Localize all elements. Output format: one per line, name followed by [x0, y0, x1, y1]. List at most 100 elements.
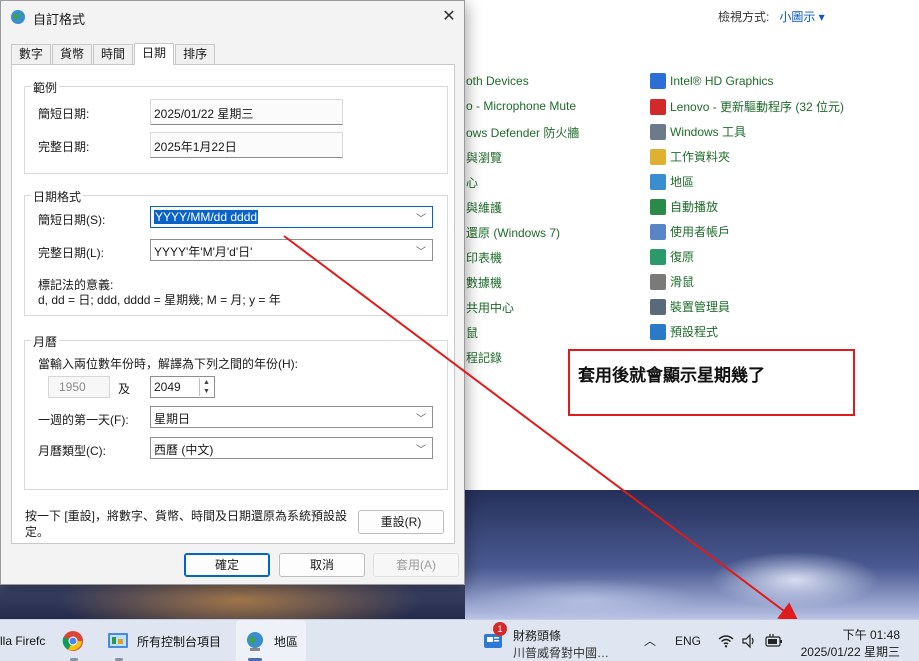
example-group: 範例 簡短日期: 2025/01/22 星期三 完整日期: 2025年1月22日	[24, 79, 448, 174]
close-icon[interactable]: ✕	[439, 7, 459, 27]
cp-right-item[interactable]: 復原	[650, 248, 694, 265]
tab-time[interactable]: 時間	[93, 44, 134, 64]
year-to-spinner[interactable]: 2049 ▲ ▼	[150, 376, 215, 398]
cp-item-label[interactable]: 使用者帳戶	[670, 223, 730, 240]
cp-left-item[interactable]: 程記錄	[466, 349, 502, 366]
control-panel-label[interactable]: 所有控制台項目	[137, 633, 221, 650]
tab-bar: 數字 貨幣 時間 日期 排序	[11, 43, 216, 65]
cp-right-item[interactable]: 滑鼠	[650, 273, 694, 290]
cp-right-item[interactable]: 裝置管理員	[650, 298, 730, 315]
apply-button[interactable]: 套用(A)	[373, 553, 459, 577]
taskbar: lla Firefc 所有控制台項目 地區 1 財務頭條 川普威脅對中國… ︿ …	[0, 619, 919, 661]
calendar-type-combo[interactable]: 西曆 (中文) ﹀	[150, 437, 433, 459]
cp-item-icon	[650, 273, 666, 290]
calendar-group: 月曆 當輸入兩位數年份時，解譯為下列之間的年份(H): 1950 及 2049 …	[24, 333, 448, 490]
tab-sort[interactable]: 排序	[175, 44, 216, 64]
short-date-label: 簡短日期(S):	[38, 213, 106, 227]
cp-right-item[interactable]: Windows 工具	[650, 123, 746, 140]
example-long-value: 2025年1月22日	[150, 132, 343, 158]
reset-button[interactable]: 重設(R)	[358, 510, 444, 534]
cp-right-item[interactable]: 自動播放	[650, 198, 718, 215]
cp-right-item[interactable]: Lenovo - 更新驅動程序 (32 位元)	[650, 98, 844, 115]
cp-left-item[interactable]: ows Defender 防火牆	[466, 124, 579, 141]
ok-button[interactable]: 確定	[184, 553, 270, 577]
spin-down-icon[interactable]: ▼	[200, 387, 213, 396]
year-to-value[interactable]: 2049	[154, 380, 181, 394]
cp-item-label[interactable]: 地區	[670, 173, 694, 190]
first-day-value[interactable]: 星期日	[154, 412, 190, 426]
cp-item-label[interactable]: 自動播放	[670, 198, 718, 215]
cp-right-item[interactable]: 工作資料夾	[650, 148, 730, 165]
language-indicator[interactable]: ENG	[673, 620, 703, 661]
year-from-field: 1950	[48, 376, 110, 398]
chevron-down-icon[interactable]: ﹀	[416, 441, 426, 456]
notation-text: d, dd = 日; ddd, dddd = 星期幾; M = 月; y = 年	[38, 293, 281, 307]
chevron-down-icon[interactable]: ﹀	[416, 243, 426, 258]
cp-left-item[interactable]: oth Devices	[466, 74, 529, 88]
long-date-combo[interactable]: YYYY'年'M'月'd'日' ﹀	[150, 239, 433, 261]
taskbar-region[interactable]: 地區	[236, 620, 307, 661]
cp-right-item[interactable]: 預設程式	[650, 323, 718, 340]
show-hidden-icons[interactable]: ︿	[640, 620, 660, 661]
cp-item-label[interactable]: Lenovo - 更新驅動程序 (32 位元)	[670, 98, 844, 115]
cp-left-item[interactable]: 鼠	[466, 324, 478, 341]
cp-left-item[interactable]: 與維護	[466, 199, 502, 216]
region-label[interactable]: 地區	[274, 633, 298, 650]
tab-currency[interactable]: 貨幣	[52, 44, 93, 64]
cancel-button[interactable]: 取消	[279, 553, 365, 577]
chrome-icon[interactable]	[62, 630, 84, 652]
wifi-icon[interactable]	[718, 633, 734, 649]
chevron-down-icon[interactable]: ﹀	[416, 410, 426, 425]
example-short-label: 簡短日期:	[38, 107, 90, 121]
cp-left-item[interactable]: o - Microphone Mute	[466, 99, 576, 113]
clock-time[interactable]: 下午 01:48	[830, 626, 900, 643]
cp-item-label[interactable]: 工作資料夾	[670, 148, 730, 165]
tab-date[interactable]: 日期	[134, 43, 175, 65]
spin-up-icon[interactable]: ▲	[200, 378, 213, 387]
chevron-down-icon[interactable]: ﹀	[416, 210, 426, 225]
short-date-combo[interactable]: YYYY/MM/dd dddd ﹀	[150, 206, 433, 228]
cp-item-label[interactable]: 預設程式	[670, 323, 718, 340]
news-title[interactable]: 財務頭條	[513, 627, 561, 644]
view-by-dropdown[interactable]: 小圖示 ▾	[779, 10, 824, 24]
cp-left-item[interactable]: 還原 (Windows 7)	[466, 224, 560, 241]
cp-left-item[interactable]: 數據機	[466, 274, 502, 291]
firefox-label[interactable]: lla Firefc	[0, 634, 45, 648]
cp-right-item[interactable]: 地區	[650, 173, 694, 190]
short-date-value[interactable]: YYYY/MM/dd dddd	[154, 210, 259, 224]
cp-item-icon	[650, 73, 666, 89]
news-widget[interactable]: 1 財務頭條 川普威脅對中國…	[483, 622, 613, 661]
cp-item-label[interactable]: Windows 工具	[670, 123, 746, 140]
cp-item-label[interactable]: Intel® HD Graphics	[670, 74, 774, 88]
taskbar-firefox[interactable]: lla Firefc	[0, 620, 45, 661]
news-subtitle[interactable]: 川普威脅對中國…	[513, 644, 609, 661]
example-long-label: 完整日期:	[38, 140, 90, 154]
globe-icon[interactable]	[244, 630, 266, 652]
annotation-box: 套用後就會顯示星期幾了	[568, 349, 855, 416]
cp-right-item[interactable]: 使用者帳戶	[650, 223, 730, 240]
cp-left-item[interactable]: 共用中心	[466, 299, 514, 316]
clock-date[interactable]: 2025/01/22 星期三	[790, 643, 900, 660]
tab-number[interactable]: 數字	[11, 44, 52, 64]
cp-item-icon	[650, 298, 666, 315]
cp-item-label[interactable]: 滑鼠	[670, 273, 694, 290]
custom-format-dialog: 自訂格式 ✕ 數字 貨幣 時間 日期 排序 範例 簡短日期: 2025/01/2…	[0, 0, 465, 585]
taskbar-control-panel[interactable]: 所有控制台項目	[107, 620, 221, 661]
view-by: 檢視方式: 小圖示 ▾	[718, 8, 825, 25]
spinner-buttons[interactable]: ▲ ▼	[199, 378, 213, 396]
cp-left-item[interactable]: 心	[466, 174, 478, 191]
cp-left-item[interactable]: 印表機	[466, 249, 502, 266]
cp-right-item[interactable]: Intel® HD Graphics	[650, 73, 774, 89]
volume-icon[interactable]	[741, 633, 757, 649]
taskbar-chrome[interactable]	[62, 620, 92, 661]
battery-icon[interactable]	[765, 633, 783, 649]
cp-item-label[interactable]: 裝置管理員	[670, 298, 730, 315]
long-date-value[interactable]: YYYY'年'M'月'd'日'	[154, 245, 252, 259]
cp-item-label[interactable]: 復原	[670, 248, 694, 265]
first-day-combo[interactable]: 星期日 ﹀	[150, 406, 433, 428]
long-date-label: 完整日期(L):	[38, 246, 105, 260]
cp-left-item[interactable]: 與瀏覽	[466, 149, 502, 166]
control-panel-icon[interactable]	[107, 630, 129, 652]
calendar-type-value[interactable]: 西曆 (中文)	[154, 443, 213, 457]
date-tab-panel: 範例 簡短日期: 2025/01/22 星期三 完整日期: 2025年1月22日…	[11, 64, 455, 544]
